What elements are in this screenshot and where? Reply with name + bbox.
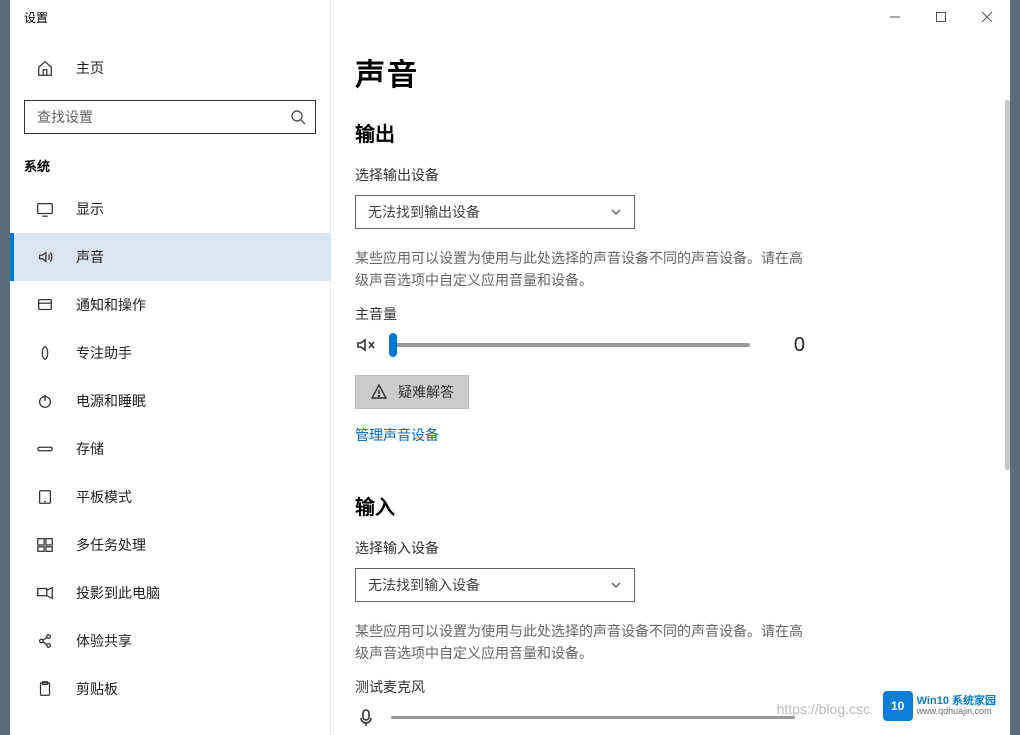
blog-url-watermark: https://blog.csc	[777, 701, 870, 717]
master-volume-label: 主音量	[355, 304, 986, 324]
input-help-text: 某些应用可以设置为使用与此处选择的声音设备不同的声音设备。请在高级声音选项中自定…	[355, 620, 815, 665]
sound-icon	[36, 248, 54, 266]
slider-thumb[interactable]	[389, 333, 397, 357]
content-area: 声音 输出 选择输出设备 无法找到输出设备 某些应用可以设置为使用与此处选择的声…	[330, 0, 1010, 735]
search-icon	[290, 109, 306, 125]
watermark-badge: 10	[883, 691, 913, 721]
page-title: 声音	[355, 50, 986, 94]
sidebar-item-label: 体验共享	[76, 631, 132, 651]
tablet-icon	[36, 488, 54, 506]
sidebar-item-tablet[interactable]: 平板模式	[10, 473, 330, 521]
titlebar: 设置	[10, 0, 1010, 34]
sidebar: 主页 系统 显示 声音 通知和操作 专注助手	[10, 0, 330, 735]
sidebar-item-label: 显示	[76, 199, 104, 219]
sidebar-item-notifications[interactable]: 通知和操作	[10, 281, 330, 329]
storage-icon	[36, 440, 54, 458]
scrollbar[interactable]	[1005, 100, 1010, 470]
project-icon	[36, 584, 54, 602]
watermark-url: www.qdhuajin.com	[917, 707, 996, 717]
output-device-dropdown[interactable]: 无法找到输出设备	[355, 195, 635, 229]
mic-level-bar	[391, 716, 795, 719]
sidebar-item-label: 电源和睡眠	[76, 391, 146, 411]
maximize-button[interactable]	[918, 0, 964, 34]
output-device-label: 选择输出设备	[355, 165, 986, 185]
sidebar-item-project[interactable]: 投影到此电脑	[10, 569, 330, 617]
window-title: 设置	[10, 9, 48, 26]
minimize-button[interactable]	[872, 0, 918, 34]
sidebar-item-display[interactable]: 显示	[10, 185, 330, 233]
volume-slider[interactable]	[391, 343, 750, 347]
speaker-muted-icon[interactable]	[355, 334, 377, 356]
sidebar-item-shared[interactable]: 体验共享	[10, 617, 330, 665]
multitask-icon	[36, 536, 54, 554]
input-device-label: 选择输入设备	[355, 538, 986, 558]
sidebar-item-focus[interactable]: 专注助手	[10, 329, 330, 377]
dropdown-value: 无法找到输入设备	[368, 575, 480, 595]
sidebar-item-label: 声音	[76, 247, 104, 267]
notifications-icon	[36, 296, 54, 314]
input-section-title: 输入	[355, 491, 986, 520]
search-input[interactable]	[24, 100, 316, 134]
sidebar-item-label: 剪贴板	[76, 679, 118, 699]
output-section-title: 输出	[355, 118, 986, 147]
manage-sound-link[interactable]: 管理声音设备	[355, 425, 439, 445]
chevron-down-icon	[610, 206, 622, 218]
home-button[interactable]: 主页	[10, 48, 330, 88]
watermark: 10 Win10 系统家园 www.qdhuajin.com	[883, 691, 996, 721]
output-help-text: 某些应用可以设置为使用与此处选择的声音设备不同的声音设备。请在高级声音选项中自定…	[355, 247, 815, 292]
warning-icon	[370, 383, 388, 401]
sidebar-item-storage[interactable]: 存储	[10, 425, 330, 473]
home-icon	[36, 59, 54, 77]
nav-list: 显示 声音 通知和操作 专注助手 电源和睡眠 存储	[10, 185, 330, 713]
sidebar-item-label: 专注助手	[76, 343, 132, 363]
sidebar-item-sound[interactable]: 声音	[10, 233, 330, 281]
clipboard-icon	[36, 680, 54, 698]
troubleshoot-label: 疑难解答	[398, 382, 454, 402]
close-button[interactable]	[964, 0, 1010, 34]
sidebar-item-clipboard[interactable]: 剪贴板	[10, 665, 330, 713]
sidebar-item-label: 平板模式	[76, 487, 132, 507]
sidebar-item-label: 通知和操作	[76, 295, 146, 315]
input-device-dropdown[interactable]: 无法找到输入设备	[355, 568, 635, 602]
shared-icon	[36, 632, 54, 650]
display-icon	[36, 200, 54, 218]
dropdown-value: 无法找到输出设备	[368, 202, 480, 222]
power-icon	[36, 392, 54, 410]
search-box[interactable]	[24, 100, 316, 134]
microphone-icon	[355, 707, 377, 729]
volume-value: 0	[764, 334, 805, 357]
home-label: 主页	[76, 58, 104, 78]
sidebar-item-label: 投影到此电脑	[76, 583, 160, 603]
focus-icon	[36, 344, 54, 362]
sidebar-item-power[interactable]: 电源和睡眠	[10, 377, 330, 425]
sidebar-item-label: 多任务处理	[76, 535, 146, 555]
mic-test-row	[355, 707, 795, 729]
group-label: 系统	[10, 156, 330, 185]
volume-control: 0	[355, 334, 805, 357]
window-controls	[872, 0, 1010, 34]
sidebar-item-multitask[interactable]: 多任务处理	[10, 521, 330, 569]
sidebar-item-label: 存储	[76, 439, 104, 459]
output-troubleshoot-button[interactable]: 疑难解答	[355, 375, 469, 409]
chevron-down-icon	[610, 579, 622, 591]
